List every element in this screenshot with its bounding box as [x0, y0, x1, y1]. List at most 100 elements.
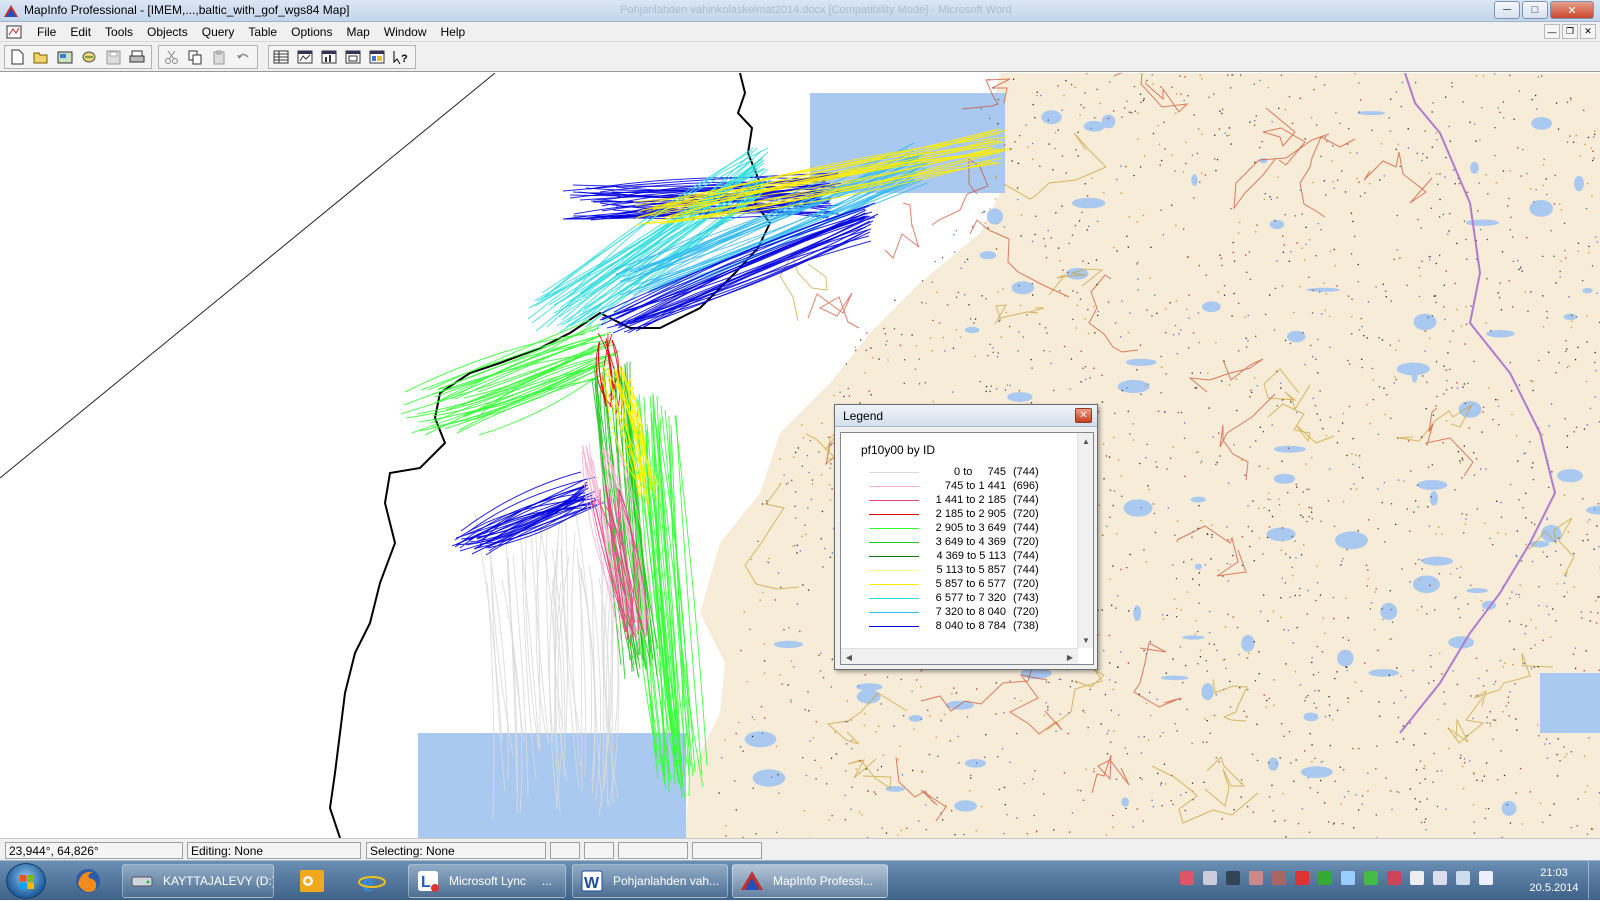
menu-table[interactable]: Table	[241, 24, 284, 40]
taskbar-word-window[interactable]: W Pohjanlahden vah...	[572, 864, 728, 898]
tray-app-icon[interactable]	[1226, 871, 1240, 885]
status-selecting[interactable]: Selecting: None	[366, 842, 546, 859]
tray-app-icon[interactable]	[1203, 871, 1217, 885]
status-coordinates[interactable]: 23,944°, 64,826°	[5, 842, 183, 859]
battery-icon[interactable]	[1433, 871, 1447, 885]
volume-icon[interactable]	[1479, 871, 1493, 885]
map-dot	[1476, 780, 1477, 781]
map-dot	[1115, 608, 1116, 609]
child-restore-button[interactable]: ❐	[1562, 24, 1578, 39]
menu-edit[interactable]: Edit	[63, 24, 98, 40]
new-icon[interactable]	[6, 47, 28, 67]
network-icon[interactable]	[1456, 871, 1470, 885]
status-editing[interactable]: Editing: None	[187, 842, 361, 859]
map-dot	[1192, 373, 1193, 374]
copy-icon[interactable]	[184, 47, 206, 67]
map-window-icon[interactable]	[6, 24, 22, 40]
tray-app-icon[interactable]	[1341, 871, 1355, 885]
map-window[interactable]: Legend ✕ pf10y00 by ID 0 to 745(744) 745…	[0, 73, 1600, 838]
legend-title-bar[interactable]: Legend ✕	[835, 405, 1097, 427]
scroll-left-icon[interactable]: ◀	[841, 649, 857, 665]
scroll-right-icon[interactable]: ▶	[1062, 649, 1078, 665]
maximize-button[interactable]: □	[1522, 1, 1548, 19]
menu-tools[interactable]: Tools	[98, 24, 140, 40]
menu-options[interactable]: Options	[284, 24, 339, 40]
legend-window[interactable]: Legend ✕ pf10y00 by ID 0 to 745(744) 745…	[834, 404, 1098, 670]
print-icon[interactable]	[126, 47, 148, 67]
map-dot	[1233, 252, 1234, 253]
map-dot	[1213, 436, 1214, 437]
map-dot	[1321, 761, 1322, 762]
new-grapher-icon[interactable]	[318, 47, 340, 67]
paste-icon[interactable]	[208, 47, 230, 67]
scroll-up-icon[interactable]: ▲	[1078, 433, 1094, 449]
legend-close-icon[interactable]: ✕	[1075, 408, 1092, 423]
map-dot	[1542, 434, 1543, 435]
map-canvas[interactable]	[0, 73, 1600, 838]
legend-row: 8 040 to 8 784(738)	[861, 619, 1061, 633]
taskbar-lync-window[interactable]: L Microsoft Lync ...	[408, 864, 566, 898]
tray-app-icon[interactable]	[1387, 871, 1401, 885]
map-dot	[1458, 608, 1459, 609]
child-close-button[interactable]: ✕	[1580, 24, 1596, 39]
undo-icon[interactable]	[232, 47, 254, 67]
help-icon[interactable]: ?	[390, 47, 412, 67]
new-mapper-icon[interactable]	[294, 47, 316, 67]
map-dot	[1362, 477, 1363, 478]
cut-icon[interactable]	[160, 47, 182, 67]
tray-app-icon[interactable]	[1318, 871, 1332, 885]
map-dot	[998, 291, 999, 292]
legend-vertical-scrollbar[interactable]: ▲ ▼	[1077, 433, 1093, 648]
map-dot	[1486, 468, 1487, 469]
map-dot	[1083, 107, 1084, 108]
open-icon[interactable]	[30, 47, 52, 67]
show-desktop-button[interactable]	[1588, 861, 1600, 901]
map-dot	[1285, 109, 1286, 110]
save-icon[interactable]	[102, 47, 124, 67]
new-layout-icon[interactable]	[342, 47, 364, 67]
child-minimize-button[interactable]: —	[1544, 24, 1560, 39]
map-dot	[1403, 725, 1404, 726]
internet-explorer-icon[interactable]: e	[346, 864, 398, 898]
close-button[interactable]: ✕	[1550, 1, 1594, 19]
scroll-down-icon[interactable]: ▼	[1078, 632, 1094, 648]
tray-app-icon[interactable]	[1180, 871, 1194, 885]
minimize-button[interactable]: ─	[1494, 1, 1520, 19]
map-dot	[1248, 315, 1249, 316]
map-dot	[1281, 723, 1282, 724]
tray-app-icon[interactable]	[1249, 871, 1263, 885]
menu-objects[interactable]: Objects	[140, 24, 195, 40]
map-dot	[1184, 422, 1185, 423]
map-dot	[1510, 217, 1511, 218]
new-redistrict-icon[interactable]	[366, 47, 388, 67]
map-dot	[1348, 640, 1349, 641]
tray-app-icon[interactable]	[1272, 871, 1286, 885]
tray-app-icon[interactable]	[1295, 871, 1309, 885]
map-dot	[1007, 384, 1008, 385]
menu-map[interactable]: Map	[339, 24, 376, 40]
outlook-icon[interactable]	[286, 864, 338, 898]
tray-app-icon[interactable]	[1364, 871, 1378, 885]
map-dot	[1201, 134, 1202, 135]
taskbar-clock[interactable]: 21:03 20.5.2014	[1520, 866, 1588, 896]
legend-horizontal-scrollbar[interactable]: ◀ ▶	[841, 648, 1078, 664]
new-browser-icon[interactable]	[270, 47, 292, 67]
map-dot	[1557, 754, 1558, 755]
menu-help[interactable]: Help	[434, 24, 473, 40]
map-dot	[1333, 618, 1334, 619]
map-dot	[1014, 141, 1015, 142]
menu-file[interactable]: File	[30, 24, 63, 40]
map-dot	[1325, 136, 1326, 137]
start-button[interactable]	[6, 863, 46, 899]
map-dot	[1340, 564, 1341, 565]
firefox-icon[interactable]	[62, 864, 114, 898]
flag-icon[interactable]	[1410, 871, 1424, 885]
open-workspace-icon[interactable]	[54, 47, 76, 67]
map-dot	[1395, 524, 1396, 525]
menu-query[interactable]: Query	[195, 24, 242, 40]
taskbar-mapinfo-window[interactable]: MapInfo Professi...	[732, 864, 888, 898]
menu-window[interactable]: Window	[377, 24, 434, 40]
taskbar-drive-window[interactable]: KAYTTAJALEVY (D:)	[122, 864, 274, 898]
map-dot	[1289, 96, 1290, 97]
open-dbms-icon[interactable]	[78, 47, 100, 67]
